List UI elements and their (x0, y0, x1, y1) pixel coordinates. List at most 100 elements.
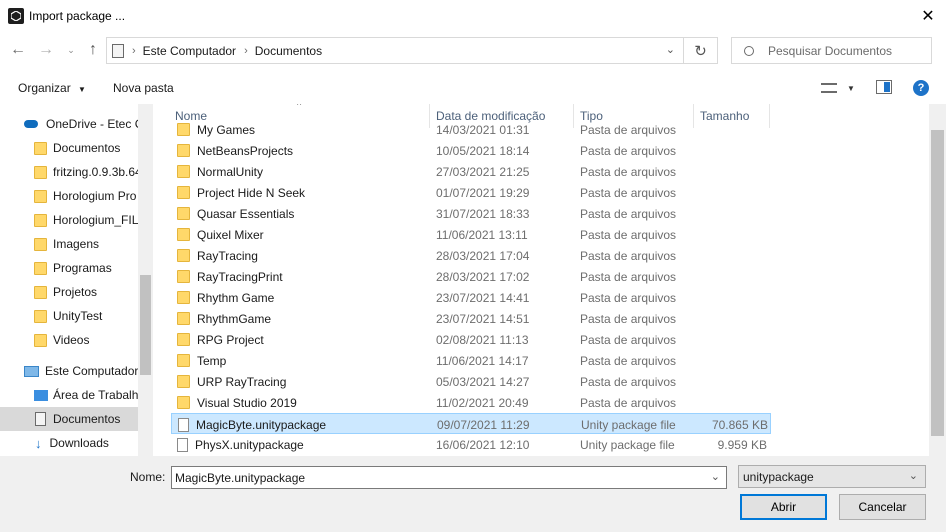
up-button[interactable]: ↑ (84, 40, 102, 60)
recent-locations-button[interactable]: ⌄ (64, 40, 78, 60)
row-date: 23/07/2021 14:51 (436, 311, 530, 326)
view-options-button[interactable]: ▼ (821, 80, 859, 96)
row-type: Pasta de arquivos (580, 248, 677, 263)
folder-row[interactable]: Quixel Mixer 11/06/2021 13:11 Pasta de arq… (171, 224, 771, 245)
sidebar-item-area-de-trabalho[interactable]: Área de Trabalho (0, 383, 153, 407)
refresh-button[interactable]: ↻ (684, 37, 718, 64)
row-name-cell: My Games (177, 119, 427, 140)
window-title: Import package ... (29, 9, 126, 23)
sidebar-item-onedrive[interactable]: OneDrive - Etec C (0, 112, 153, 136)
sidebar-item-imagens[interactable]: Imagens (0, 232, 153, 256)
downloads-icon: ↓ (35, 435, 42, 451)
sidebar-item-horologium-pro[interactable]: Horologium Pro (0, 184, 153, 208)
sidebar-item-projetos[interactable]: Projetos (0, 280, 153, 304)
row-type: Pasta de arquivos (580, 353, 677, 368)
sidebar-item-documentos[interactable]: Documentos (0, 407, 153, 431)
help-button[interactable]: ? (913, 80, 929, 96)
new-folder-button[interactable]: Nova pasta (113, 81, 174, 95)
search-box[interactable]: Pesquisar Documentos (731, 37, 932, 64)
row-name-cell: Visual Studio 2019 (177, 392, 427, 413)
sidebar-item-unitytest[interactable]: UnityTest (0, 304, 153, 328)
row-name: My Games (197, 122, 256, 137)
sidebar-item-programas[interactable]: Programas (0, 256, 153, 280)
file-row[interactable]: MagicByte.unitypackage 09/07/2021 11:29 Un… (171, 413, 771, 434)
chevron-down-icon[interactable]: ⌄ (711, 470, 720, 483)
folder-row[interactable]: NetBeansProjects 10/05/2021 18:14 Pasta de… (171, 140, 771, 161)
row-size (701, 371, 767, 392)
close-button[interactable]: ✕ (910, 0, 946, 32)
folder-row[interactable]: Visual Studio 2019 11/02/2021 20:49 Pasta … (171, 392, 771, 413)
file-name-input[interactable]: MagicByte.unitypackage ⌄ (171, 466, 727, 489)
help-icon: ? (917, 82, 925, 94)
sidebar-item-este-computador[interactable]: Este Computador (0, 359, 153, 383)
row-name-cell: NetBeansProjects (177, 140, 427, 161)
folder-row[interactable]: NormalUnity 27/03/2021 21:25 Pasta de arqu… (171, 161, 771, 182)
sidebar-item-label: UnityTest (53, 309, 103, 323)
sort-ascending-icon: ^ (297, 104, 302, 110)
organize-label: Organizar (18, 81, 71, 95)
row-size (701, 245, 767, 266)
folder-icon (34, 261, 47, 275)
sidebar-item-label: fritzing.0.9.3b.64 (53, 165, 142, 179)
folder-row[interactable]: Quasar Essentials 31/07/2021 18:33 Pasta d… (171, 203, 771, 224)
row-name-cell: Quasar Essentials (177, 203, 427, 224)
sidebar-item-downloads[interactable]: ↓ Downloads (0, 431, 153, 455)
cancel-button[interactable]: Cancelar (839, 494, 926, 520)
file-list-scrollbar-thumb[interactable] (931, 130, 944, 436)
breadcrumb-este-computador[interactable]: Este Computador (143, 44, 236, 58)
arrow-right-icon: → (38, 41, 54, 58)
search-input[interactable]: Pesquisar Documentos (768, 44, 892, 58)
folder-row[interactable]: Rhythm Game 23/07/2021 14:41 Pasta de arqu… (171, 287, 771, 308)
folder-row[interactable]: RhythmGame 23/07/2021 14:51 Pasta de arqui… (171, 308, 771, 329)
open-button[interactable]: Abrir (740, 494, 827, 520)
sidebar-item-documentos-onedrive[interactable]: Documentos (0, 136, 153, 160)
file-type-select[interactable]: unitypackage ⌄ (738, 465, 926, 488)
folder-icon (177, 270, 190, 283)
address-dropdown-icon[interactable]: ⌄ (666, 43, 675, 56)
folder-icon (34, 165, 47, 179)
row-name-cell: RayTracing (177, 245, 427, 266)
row-name: Rhythm Game (197, 290, 275, 305)
row-name: NormalUnity (197, 164, 264, 179)
row-size (701, 329, 767, 350)
preview-pane-button[interactable] (876, 80, 892, 94)
arrow-left-icon: ← (10, 41, 26, 58)
navigation-pane: OneDrive - Etec C Documentos fritzing.0.… (0, 104, 153, 456)
file-row[interactable]: PhysX.unitypackage 16/06/2021 12:10 Unity … (171, 434, 771, 455)
folder-row[interactable]: RayTracingPrint 28/03/2021 17:02 Pasta de … (171, 266, 771, 287)
sidebar-item-label: Videos (53, 333, 90, 347)
forward-button[interactable]: → (36, 40, 56, 60)
sidebar-item-label: Documentos (53, 141, 121, 155)
folder-row[interactable]: My Games 14/03/2021 01:31 Pasta de arquivo… (171, 119, 771, 140)
folder-row[interactable]: RPG Project 02/08/2021 11:13 Pasta de arqu… (171, 329, 771, 350)
sidebar-item-fritzing[interactable]: fritzing.0.9.3b.64 (0, 160, 153, 184)
row-name: Visual Studio 2019 (197, 395, 297, 410)
folder-icon (177, 375, 190, 388)
back-button[interactable]: ← (8, 40, 28, 60)
folder-row[interactable]: URP RayTracing 05/03/2021 14:27 Pasta de a… (171, 371, 771, 392)
folder-icon (34, 213, 47, 227)
sidebar-item-horologium-fil[interactable]: Horologium_FIL (0, 208, 153, 232)
sidebar-item-videos[interactable]: Videos (0, 328, 153, 352)
breadcrumb-documentos[interactable]: Documentos (255, 44, 322, 58)
row-name-cell: Project Hide N Seek (177, 182, 427, 203)
file-type-value: unitypackage (743, 469, 814, 484)
folder-icon (177, 354, 190, 367)
folder-row[interactable]: Project Hide N Seek 01/07/2021 19:29 Pasta… (171, 182, 771, 203)
search-icon (744, 45, 754, 56)
folder-row[interactable]: RayTracing 28/03/2021 17:04 Pasta de arqui… (171, 245, 771, 266)
folder-icon (177, 165, 190, 178)
computer-icon (24, 365, 39, 377)
row-type: Unity package file (581, 417, 676, 432)
folder-icon (177, 123, 190, 136)
address-bar[interactable]: › Este Computador › Documentos ⌄ (106, 37, 684, 64)
row-date: 02/08/2021 11:13 (436, 332, 529, 347)
row-name: Quasar Essentials (197, 206, 295, 221)
organize-button[interactable]: Organizar ▼ (18, 81, 86, 95)
sidebar-scrollbar-thumb[interactable] (140, 275, 151, 375)
folder-icon (177, 228, 190, 241)
details-view-icon (821, 83, 837, 93)
row-name-cell: RPG Project (177, 329, 427, 350)
folder-icon (34, 333, 47, 347)
folder-row[interactable]: Temp 11/06/2021 14:17 Pasta de arquivos (171, 350, 771, 371)
